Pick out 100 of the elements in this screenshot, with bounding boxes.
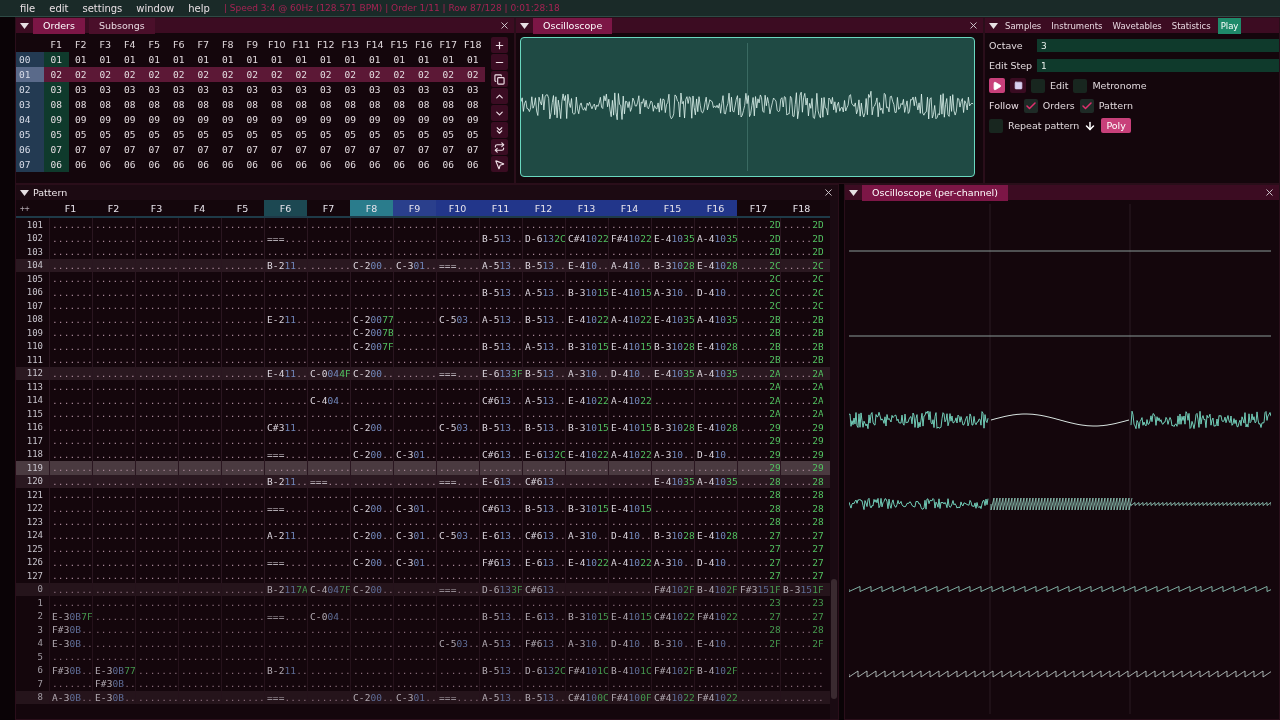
pattern-row[interactable]: 2 E-30B7F ....... ....... ....... ....... ===.... C-004.. ....... ....... ....... B-513.. E-613.. B-31015 E-41015 C#41022 F#41022 .....27 .....27 bbox=[16, 609, 830, 623]
pattern-cell[interactable]: ....... bbox=[135, 609, 178, 623]
order-cell[interactable]: 02 bbox=[240, 67, 265, 82]
pattern-cell[interactable]: ....... bbox=[350, 488, 393, 502]
checkbox[interactable] bbox=[989, 118, 1003, 133]
order-cell[interactable]: 07 bbox=[362, 142, 387, 157]
pattern-cell[interactable]: ....... bbox=[436, 380, 479, 394]
pattern-cell[interactable]: ===.... bbox=[436, 474, 479, 488]
pattern-cell[interactable]: ....... bbox=[694, 623, 737, 637]
channel-header[interactable]: F12 bbox=[522, 200, 565, 216]
pattern-cell[interactable]: ....... bbox=[264, 515, 307, 529]
pattern-cell[interactable]: ....... bbox=[608, 542, 651, 556]
order-cell[interactable]: 01 bbox=[142, 52, 167, 67]
pattern-cell[interactable]: ....... bbox=[307, 231, 350, 245]
pattern-cell[interactable]: A-513.. bbox=[479, 690, 522, 704]
pattern-cell[interactable]: ....... bbox=[135, 569, 178, 583]
pattern-cell[interactable]: ....... bbox=[565, 461, 608, 475]
pattern-cell[interactable]: D-6132C bbox=[522, 231, 565, 245]
pattern-cell[interactable]: ....... bbox=[49, 258, 92, 272]
order-cell[interactable]: 07 bbox=[240, 142, 265, 157]
pattern-row[interactable]: 106 ....... ....... ....... ....... ....... ....... ....... ....... ....... ....... B-513.. A-513.. B-31015 E-41015 A-310.. D-410.. .....2C .....2C bbox=[16, 285, 830, 299]
pattern-row[interactable]: 121 ....... ....... ....... ....... ....... ....... ....... ....... ....... ....... ....... ....... ....... ....... ....... ....... .....28 .....28 bbox=[16, 488, 830, 502]
pattern-cell[interactable]: ....... bbox=[565, 582, 608, 596]
pattern-row[interactable]: 105 ....... ....... ....... ....... ....... ....... ....... ....... ....... ....... ....... ....... ....... ....... ....... ....... .....2C .....2C bbox=[16, 272, 830, 286]
pattern-cell[interactable]: .....2B bbox=[780, 326, 823, 340]
pattern-cell[interactable]: E-41015 bbox=[608, 285, 651, 299]
pattern-cell[interactable]: A-211.. bbox=[264, 528, 307, 542]
pattern-cell[interactable]: .....2B bbox=[737, 312, 780, 326]
pattern-cell[interactable]: ....... bbox=[135, 285, 178, 299]
pattern-cell[interactable]: C#613.. bbox=[522, 582, 565, 596]
pattern-cell[interactable]: ....... bbox=[694, 569, 737, 583]
pattern-row[interactable]: 110 ....... ....... ....... ....... ....... ....... ....... C-2007F ....... ....... B-513.. A-513.. B-31015 E-41015 B-31028 E-41028 .....2B .....2B bbox=[16, 339, 830, 353]
pattern-cell[interactable]: .....27 bbox=[780, 542, 823, 556]
pattern-cell[interactable]: ....... bbox=[651, 245, 694, 259]
channel-header[interactable]: F3 bbox=[135, 200, 178, 216]
pattern-cell[interactable]: ....... bbox=[393, 407, 436, 421]
pattern-cell[interactable]: C#311.. bbox=[264, 420, 307, 434]
pattern-cell[interactable]: F#30B.. bbox=[49, 663, 92, 677]
order-cell[interactable]: 06 bbox=[215, 157, 240, 172]
pattern-cell[interactable]: ....... bbox=[92, 609, 135, 623]
pattern-cell[interactable]: ....... bbox=[651, 272, 694, 286]
pattern-cell[interactable]: ....... bbox=[307, 488, 350, 502]
close-icon[interactable] bbox=[823, 187, 834, 198]
menu-item[interactable]: edit bbox=[49, 2, 69, 14]
close-icon[interactable] bbox=[499, 20, 510, 31]
order-cell[interactable]: 08 bbox=[362, 97, 387, 112]
order-cell[interactable]: 03 bbox=[362, 82, 387, 97]
pattern-cell[interactable]: ....... bbox=[221, 407, 264, 421]
stop-button[interactable] bbox=[1010, 78, 1026, 93]
pattern-cell[interactable]: ....... bbox=[49, 528, 92, 542]
order-cell[interactable]: 02 bbox=[338, 67, 363, 82]
pattern-cell[interactable]: ....... bbox=[307, 258, 350, 272]
pattern-cell[interactable]: ....... bbox=[393, 542, 436, 556]
remove-icon[interactable] bbox=[491, 54, 508, 70]
pattern-cell[interactable]: ....... bbox=[436, 488, 479, 502]
pattern-cell[interactable]: .....27 bbox=[737, 609, 780, 623]
pattern-cell[interactable]: ....... bbox=[49, 501, 92, 515]
pattern-cell[interactable]: ....... bbox=[393, 380, 436, 394]
pattern-cell[interactable]: ....... bbox=[92, 366, 135, 380]
pattern-cell[interactable]: ....... bbox=[221, 677, 264, 691]
pattern-cell[interactable]: ....... bbox=[737, 663, 780, 677]
pattern-cell[interactable]: ....... bbox=[307, 623, 350, 637]
order-cell[interactable]: 08 bbox=[142, 97, 167, 112]
copy-icon[interactable] bbox=[491, 71, 508, 87]
pattern-cell[interactable]: ....... bbox=[393, 582, 436, 596]
collapse-icon[interactable] bbox=[20, 21, 29, 30]
order-cell[interactable]: 08 bbox=[264, 97, 289, 112]
order-cell[interactable]: 01 bbox=[44, 52, 69, 67]
pattern-cell[interactable]: ....... bbox=[694, 407, 737, 421]
pattern-cell[interactable]: ....... bbox=[221, 366, 264, 380]
pattern-cell[interactable]: .....27 bbox=[780, 528, 823, 542]
pattern-cell[interactable]: ....... bbox=[307, 515, 350, 529]
order-cell[interactable]: 08 bbox=[338, 97, 363, 112]
pattern-cell[interactable]: ....... bbox=[651, 596, 694, 610]
pattern-cell[interactable]: C-200.. bbox=[350, 501, 393, 515]
pattern-cell[interactable]: ....... bbox=[221, 515, 264, 529]
pattern-cell[interactable]: ....... bbox=[694, 596, 737, 610]
pattern-cell[interactable]: ....... bbox=[92, 474, 135, 488]
pattern-cell[interactable]: E-613.. bbox=[522, 555, 565, 569]
pattern-cell[interactable]: ....... bbox=[92, 285, 135, 299]
pattern-cell[interactable]: .....2A bbox=[780, 393, 823, 407]
pattern-cell[interactable]: .....2A bbox=[780, 366, 823, 380]
pattern-cell[interactable]: F#41022 bbox=[608, 231, 651, 245]
pattern-cell[interactable]: E-41015 bbox=[608, 609, 651, 623]
pattern-cell[interactable]: ....... bbox=[135, 353, 178, 367]
order-cell[interactable]: 05 bbox=[387, 127, 412, 142]
pattern-cell[interactable]: ....... bbox=[221, 542, 264, 556]
order-cell[interactable]: 09 bbox=[68, 112, 93, 127]
pattern-cell[interactable]: ....... bbox=[522, 515, 565, 529]
close-icon[interactable] bbox=[968, 20, 979, 31]
pattern-cell[interactable]: ....... bbox=[49, 339, 92, 353]
order-cell[interactable]: 09 bbox=[289, 112, 314, 127]
pattern-cell[interactable]: .....2D bbox=[737, 218, 780, 232]
order-cell[interactable]: 08 bbox=[240, 97, 265, 112]
pattern-cell[interactable]: ....... bbox=[393, 312, 436, 326]
channel-header[interactable]: F4 bbox=[178, 200, 221, 216]
pattern-cell[interactable]: .....2C bbox=[737, 285, 780, 299]
pattern-cell[interactable]: ....... bbox=[565, 299, 608, 313]
loop-icon[interactable] bbox=[491, 139, 508, 155]
order-cell[interactable]: 02 bbox=[68, 67, 93, 82]
